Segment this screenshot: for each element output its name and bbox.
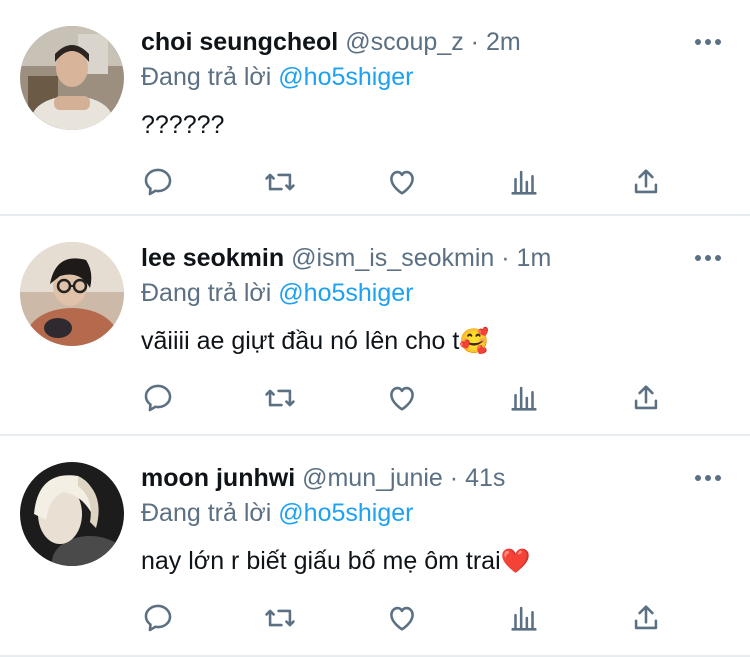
tweet-emoji: ❤️ [500, 547, 531, 575]
action-bar [140, 381, 680, 415]
stats-icon[interactable] [506, 601, 542, 635]
separator-dot: · [470, 28, 479, 56]
action-bar [140, 601, 680, 635]
tweet[interactable]: choi seungcheol @scoup_z · 2m Đang trả l… [0, 0, 750, 216]
separator-dot: · [501, 244, 510, 272]
replying-prefix: Đang trả lời [141, 499, 272, 527]
like-icon[interactable] [384, 165, 420, 199]
tweet-text: ?????? [141, 108, 224, 142]
timestamp[interactable]: 41s [465, 464, 505, 492]
replying-to: Đang trả lời @ho5shiger [141, 277, 413, 309]
more-icon[interactable] [694, 248, 722, 268]
mention-link[interactable]: @ho5shiger [278, 499, 413, 527]
retweet-icon[interactable] [262, 601, 298, 635]
reply-icon[interactable] [140, 381, 176, 415]
action-bar [140, 165, 680, 199]
replying-prefix: Đang trả lời [141, 279, 272, 307]
like-icon[interactable] [384, 381, 420, 415]
tweet-header: choi seungcheol @scoup_z · 2m [141, 27, 670, 57]
display-name[interactable]: choi seungcheol [141, 28, 338, 56]
stats-icon[interactable] [506, 165, 542, 199]
tweet-text: nay lớn r biết giấu bố mẹ ôm trai❤️ [141, 544, 531, 578]
tweet[interactable]: lee seokmin @ism_is_seokmin · 1m Đang tr… [0, 216, 750, 436]
mention-link[interactable]: @ho5shiger [278, 279, 413, 307]
timestamp[interactable]: 2m [486, 28, 521, 56]
mention-link[interactable]: @ho5shiger [278, 63, 413, 91]
timeline: choi seungcheol @scoup_z · 2m Đang trả l… [0, 0, 750, 657]
user-handle[interactable]: @mun_junie [302, 464, 443, 492]
tweet-header: lee seokmin @ism_is_seokmin · 1m [141, 243, 670, 273]
tweet-text: vãiiii ae giựt đầu nó lên cho t🥰 [141, 324, 489, 358]
share-icon[interactable] [628, 601, 664, 635]
avatar[interactable] [20, 242, 124, 346]
reply-icon[interactable] [140, 601, 176, 635]
stats-icon[interactable] [506, 381, 542, 415]
separator-dot: · [449, 464, 459, 492]
display-name[interactable]: lee seokmin [141, 244, 284, 272]
tweet[interactable]: moon junhwi @mun_junie · 41s Đang trả lờ… [0, 436, 750, 657]
replying-to: Đang trả lời @ho5shiger [141, 61, 413, 93]
share-icon[interactable] [628, 381, 664, 415]
tweet-emoji: 🥰 [459, 327, 490, 355]
share-icon[interactable] [628, 165, 664, 199]
like-icon[interactable] [384, 601, 420, 635]
retweet-icon[interactable] [262, 381, 298, 415]
display-name[interactable]: moon junhwi [141, 464, 295, 492]
user-handle[interactable]: @scoup_z [345, 28, 464, 56]
tweet-body: nay lớn r biết giấu bố mẹ ôm trai [141, 547, 501, 575]
avatar[interactable] [20, 462, 124, 566]
replying-prefix: Đang trả lời [141, 63, 272, 91]
tweet-body: ?????? [141, 111, 225, 139]
timestamp[interactable]: 1m [517, 244, 552, 272]
more-icon[interactable] [694, 468, 722, 488]
more-icon[interactable] [694, 32, 722, 52]
tweet-header: moon junhwi @mun_junie · 41s [141, 463, 670, 493]
replying-to: Đang trả lời @ho5shiger [141, 497, 413, 529]
reply-icon[interactable] [140, 165, 176, 199]
avatar[interactable] [20, 26, 124, 130]
retweet-icon[interactable] [262, 165, 298, 199]
user-handle[interactable]: @ism_is_seokmin [291, 244, 494, 272]
tweet-body: vãiiii ae giựt đầu nó lên cho t [141, 327, 460, 355]
